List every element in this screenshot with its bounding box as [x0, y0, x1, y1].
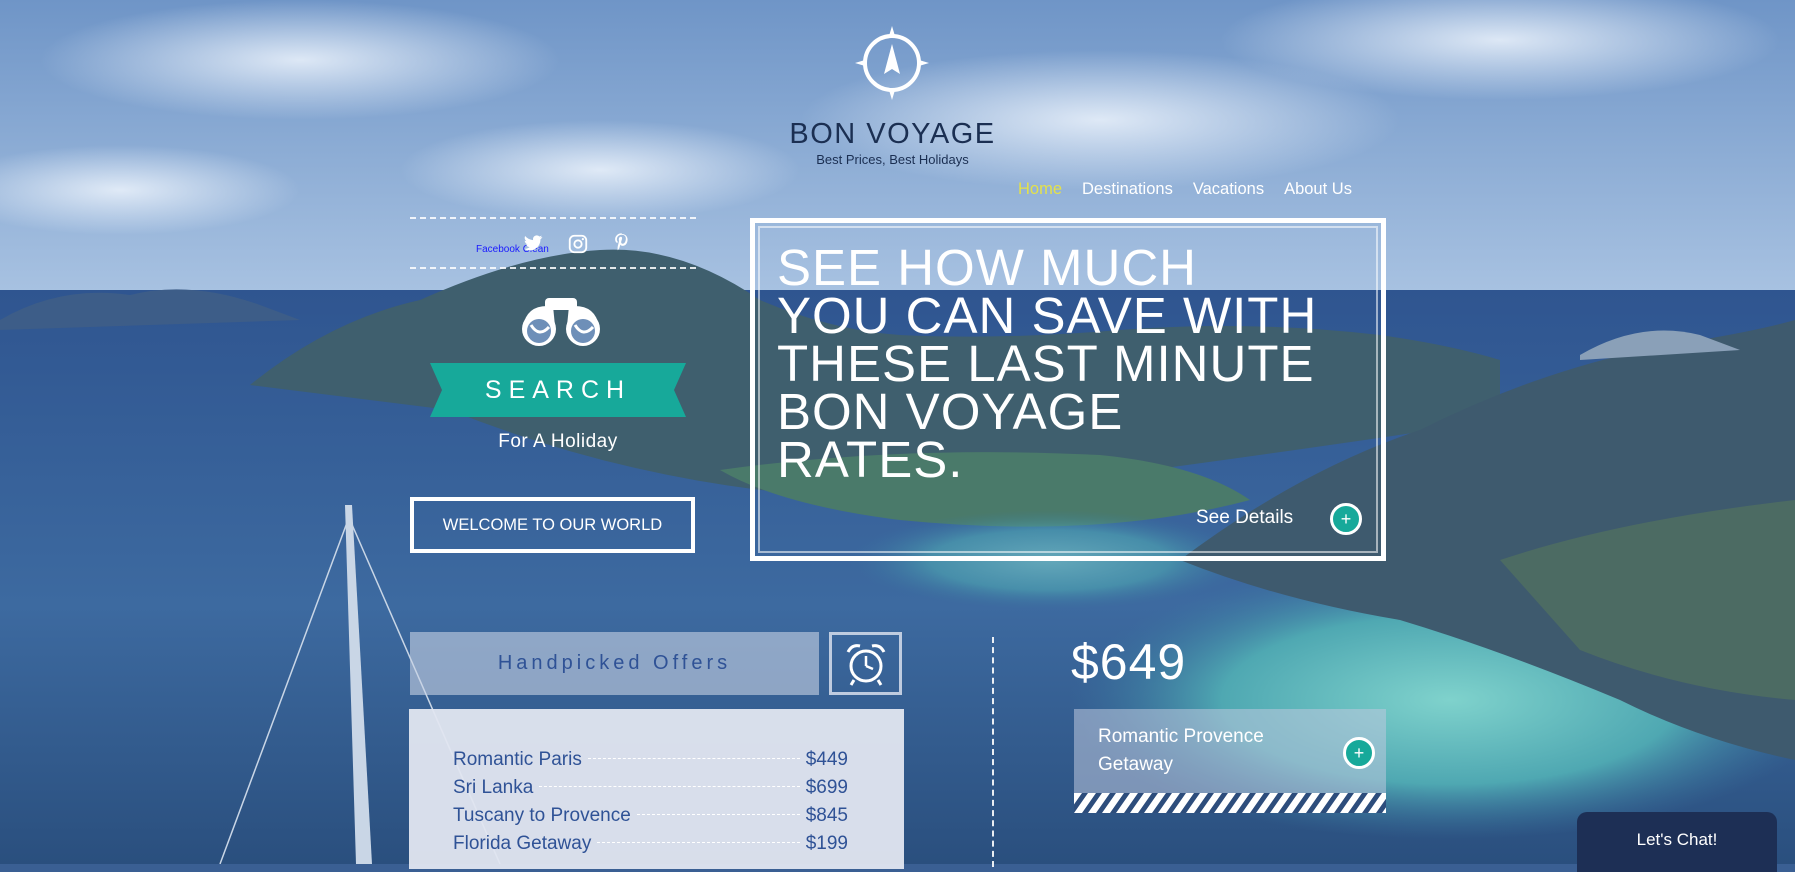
offers-list: Romantic Paris $449 Sri Lanka $699 Tusca… [409, 709, 904, 869]
offer-item[interactable]: Sri Lanka $699 [453, 777, 848, 803]
promo-headline: SEE HOW MUCH YOU CAN SAVE WITH THESE LAS… [777, 239, 1377, 488]
nav-item-about-us[interactable]: About Us [1284, 180, 1352, 199]
welcome-button[interactable]: WELCOME TO OUR WORLD [410, 497, 695, 553]
offer-price: $699 [805, 777, 848, 798]
alarm-clock-box [829, 632, 902, 695]
offer-item[interactable]: Romantic Paris $449 [453, 749, 848, 775]
leader-dots [597, 842, 800, 843]
striped-band [1074, 793, 1386, 813]
promo-headline-line: YOU CAN SAVE WITH [777, 287, 1318, 344]
offer-price: $199 [805, 833, 848, 854]
featured-title-line: Getaway [1098, 754, 1173, 775]
promo-headline-line: BON VOYAGE [777, 383, 1124, 440]
offer-price: $449 [805, 749, 848, 770]
see-details-link[interactable]: See Details [1196, 507, 1293, 529]
alarm-clock-icon [846, 643, 885, 686]
leader-dots [539, 786, 800, 787]
vertical-divider [992, 637, 994, 867]
offer-price: $845 [805, 805, 848, 826]
brand-tagline: Best Prices, Best Holidays [816, 152, 969, 167]
search-label[interactable]: SEARCH [430, 376, 686, 405]
divider-bottom [410, 267, 696, 269]
leader-dots [636, 814, 800, 815]
handpicked-offers-header: Handpicked Offers [410, 632, 819, 695]
offer-item[interactable]: Florida Getaway $199 [453, 833, 848, 859]
pinterest-icon[interactable] [611, 231, 633, 253]
offer-name: Sri Lanka [453, 777, 534, 798]
twitter-icon[interactable] [522, 232, 544, 254]
offer-name: Florida Getaway [453, 833, 592, 854]
featured-deal-title[interactable]: Romantic Provence Getaway [1098, 723, 1328, 779]
search-subtitle: For A Holiday [498, 431, 618, 452]
featured-deal-plus-button[interactable]: + [1343, 737, 1375, 769]
main-nav: Home Destinations Vacations About Us [1018, 180, 1352, 199]
featured-price: $649 [1071, 634, 1187, 690]
offer-item[interactable]: Tuscany to Provence $845 [453, 805, 848, 831]
instagram-icon[interactable] [567, 233, 589, 255]
brand-name[interactable]: BON VOYAGE [760, 118, 1025, 151]
nav-item-home[interactable]: Home [1018, 180, 1062, 199]
promo-headline-line: SEE HOW MUCH [777, 239, 1197, 296]
binoculars-icon [522, 298, 600, 346]
nav-item-vacations[interactable]: Vacations [1193, 180, 1264, 199]
nav-item-destinations[interactable]: Destinations [1082, 180, 1173, 199]
compass-logo-icon [855, 26, 929, 100]
offer-name: Tuscany to Provence [453, 805, 631, 826]
chat-widget-button[interactable]: Let's Chat! [1577, 812, 1777, 872]
promo-headline-line: THESE LAST MINUTE [777, 335, 1315, 392]
leader-dots [587, 758, 800, 759]
offer-name: Romantic Paris [453, 749, 582, 770]
divider-top [410, 217, 696, 219]
see-details-plus-button[interactable]: + [1330, 503, 1362, 535]
promo-headline-line: RATES. [777, 431, 964, 488]
featured-title-line: Romantic Provence [1098, 726, 1264, 747]
